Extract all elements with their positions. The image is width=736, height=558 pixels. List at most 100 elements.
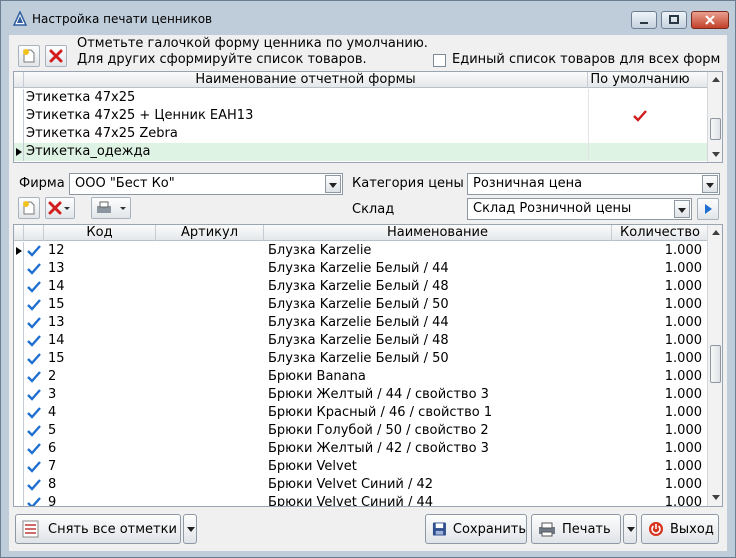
column-header-form-name[interactable]: Наименование отчетной формы	[24, 72, 588, 88]
checkmark-blue-icon[interactable]	[27, 353, 41, 365]
print-options-button[interactable]	[91, 197, 131, 219]
column-header-article[interactable]: Артикул	[156, 225, 264, 241]
item-row[interactable]: 3 Брюки Желтый / 44 / свойство 3 1.000	[14, 386, 708, 404]
column-header-name[interactable]: Наименование	[264, 225, 612, 241]
add-item-button[interactable]	[18, 197, 40, 219]
add-form-button[interactable]	[18, 45, 40, 67]
single-list-checkbox[interactable]	[433, 54, 446, 67]
item-row[interactable]: 13 Блузка Karzelie Белый / 44 1.000	[14, 314, 708, 332]
save-button[interactable]: Сохранить	[425, 514, 527, 544]
scroll-up-arrow-icon[interactable]	[712, 77, 720, 82]
item-row[interactable]: 6 Брюки Желтый / 42 / свойство 3 1.000	[14, 440, 708, 458]
item-quantity: 1.000	[664, 441, 702, 456]
firm-select[interactable]: ООО "Бест Ко"	[69, 173, 343, 195]
item-row[interactable]: 15 Блузка Karzelie Белый / 50 1.000	[14, 350, 708, 368]
chevron-down-icon	[187, 527, 195, 532]
printer-icon	[539, 522, 555, 537]
scroll-thumb[interactable]	[710, 345, 721, 383]
checkmark-blue-icon[interactable]	[27, 299, 41, 311]
checkmark-blue-icon[interactable]	[27, 461, 41, 473]
checkmark-blue-icon[interactable]	[27, 317, 41, 329]
default-cell[interactable]	[588, 143, 692, 161]
close-button[interactable]	[691, 11, 729, 29]
current-row-arrow-icon	[16, 148, 22, 156]
item-name: Блузка Karzelie Белый / 44	[268, 315, 449, 330]
warehouse-select[interactable]: Склад Розничной цены	[467, 198, 692, 220]
item-name: Брюки Желтый / 42 / свойство 3	[268, 441, 489, 456]
row-indicator	[14, 404, 24, 422]
item-row[interactable]: 14 Блузка Karzelie Белый / 48 1.000	[14, 278, 708, 296]
item-quantity: 1.000	[664, 351, 702, 366]
uncheck-all-dropdown[interactable]	[183, 514, 197, 544]
delete-form-button[interactable]	[45, 45, 67, 67]
item-row[interactable]: 2 Брюки Banana 1.000	[14, 368, 708, 386]
form-row[interactable]: Этикетка_одежда	[14, 143, 708, 161]
price-category-dropdown-button[interactable]	[702, 175, 718, 193]
warehouse-go-button[interactable]	[697, 198, 719, 220]
delete-item-button[interactable]	[45, 197, 75, 219]
default-cell[interactable]	[588, 89, 692, 107]
scroll-down-arrow-icon[interactable]	[712, 152, 720, 157]
item-row[interactable]: 15 Блузка Karzelie Белый / 50 1.000	[14, 296, 708, 314]
default-cell[interactable]	[588, 125, 692, 143]
checkmark-blue-icon[interactable]	[27, 443, 41, 455]
form-row[interactable]: Этикетка 47x25	[14, 89, 708, 107]
column-header-default[interactable]: По умолчанию	[588, 72, 692, 88]
item-code: 13	[48, 315, 65, 330]
item-row[interactable]: 7 Брюки Velvet 1.000	[14, 458, 708, 476]
form-row[interactable]: Этикетка 47x25 + Ценник EAH13	[14, 107, 708, 125]
uncheck-all-button[interactable]: Снять все отметки	[15, 514, 181, 544]
item-name: Блузка Karzelie Белый / 48	[268, 333, 449, 348]
item-row[interactable]: 13 Блузка Karzelie Белый / 44 1.000	[14, 260, 708, 278]
item-row[interactable]: 4 Брюки Красный / 46 / свойство 1 1.000	[14, 404, 708, 422]
items-grid-scrollbar[interactable]	[707, 225, 722, 506]
exit-button[interactable]: Выход	[641, 514, 719, 544]
checkmark-blue-icon[interactable]	[27, 389, 41, 401]
print-button[interactable]: Печать	[531, 514, 621, 544]
item-row[interactable]: 14 Блузка Karzelie Белый / 48 1.000	[14, 332, 708, 350]
item-code: 5	[48, 423, 57, 438]
forms-grid-scrollbar[interactable]	[707, 72, 722, 162]
checkmark-blue-icon[interactable]	[27, 425, 41, 437]
item-code: 12	[48, 243, 65, 258]
item-row[interactable]: 8 Брюки Velvet Синий / 42 1.000	[14, 476, 708, 494]
checkmark-blue-icon[interactable]	[27, 371, 41, 383]
title-bar: Настройка печати ценников	[1, 1, 735, 35]
item-quantity: 1.000	[664, 405, 702, 420]
minimize-button[interactable]	[631, 11, 657, 29]
firm-dropdown-button[interactable]	[325, 175, 341, 193]
item-row[interactable]: 9 Брюки Velvet Синий / 44 1.000	[14, 494, 708, 507]
scroll-up-arrow-icon[interactable]	[712, 230, 720, 235]
maximize-icon	[669, 15, 679, 24]
items-grid: Код Артикул Наименование Количество 12 Бл…	[13, 224, 723, 507]
scroll-down-arrow-icon[interactable]	[712, 495, 720, 500]
item-quantity: 1.000	[664, 477, 702, 492]
item-quantity: 1.000	[664, 315, 702, 330]
checkmark-blue-icon[interactable]	[27, 497, 41, 507]
checkmark-blue-icon[interactable]	[27, 263, 41, 275]
default-cell[interactable]	[588, 107, 692, 125]
scroll-thumb[interactable]	[710, 118, 721, 140]
item-row[interactable]: 5 Брюки Голубой / 50 / свойство 2 1.000	[14, 422, 708, 440]
price-category-select[interactable]: Розничная цена	[467, 173, 720, 195]
row-indicator	[14, 296, 24, 314]
maximize-button[interactable]	[661, 11, 687, 29]
checkmark-blue-icon[interactable]	[27, 335, 41, 347]
item-code: 8	[48, 477, 57, 492]
column-header-quantity[interactable]: Количество	[612, 225, 708, 241]
item-row[interactable]: 12 Блузка Karzelie 1.000	[14, 242, 708, 260]
column-header-code[interactable]: Код	[44, 225, 156, 241]
app-icon	[12, 11, 28, 26]
checkmark-blue-icon[interactable]	[27, 407, 41, 419]
item-name: Брюки Banana	[268, 369, 366, 384]
checkmark-blue-icon[interactable]	[27, 281, 41, 293]
checkmark-blue-icon[interactable]	[27, 479, 41, 491]
print-dropdown[interactable]	[623, 514, 637, 544]
form-row[interactable]: Этикетка 47x25 Zebra	[14, 125, 708, 143]
hint-line-1: Отметьте галочкой форму ценника по умолч…	[77, 36, 428, 51]
uncheck-all-label: Снять все отметки	[48, 521, 177, 537]
checkmark-blue-icon[interactable]	[27, 245, 41, 257]
save-disk-icon	[432, 522, 446, 536]
warehouse-dropdown-button[interactable]	[674, 200, 690, 218]
chevron-down-icon	[706, 183, 714, 188]
